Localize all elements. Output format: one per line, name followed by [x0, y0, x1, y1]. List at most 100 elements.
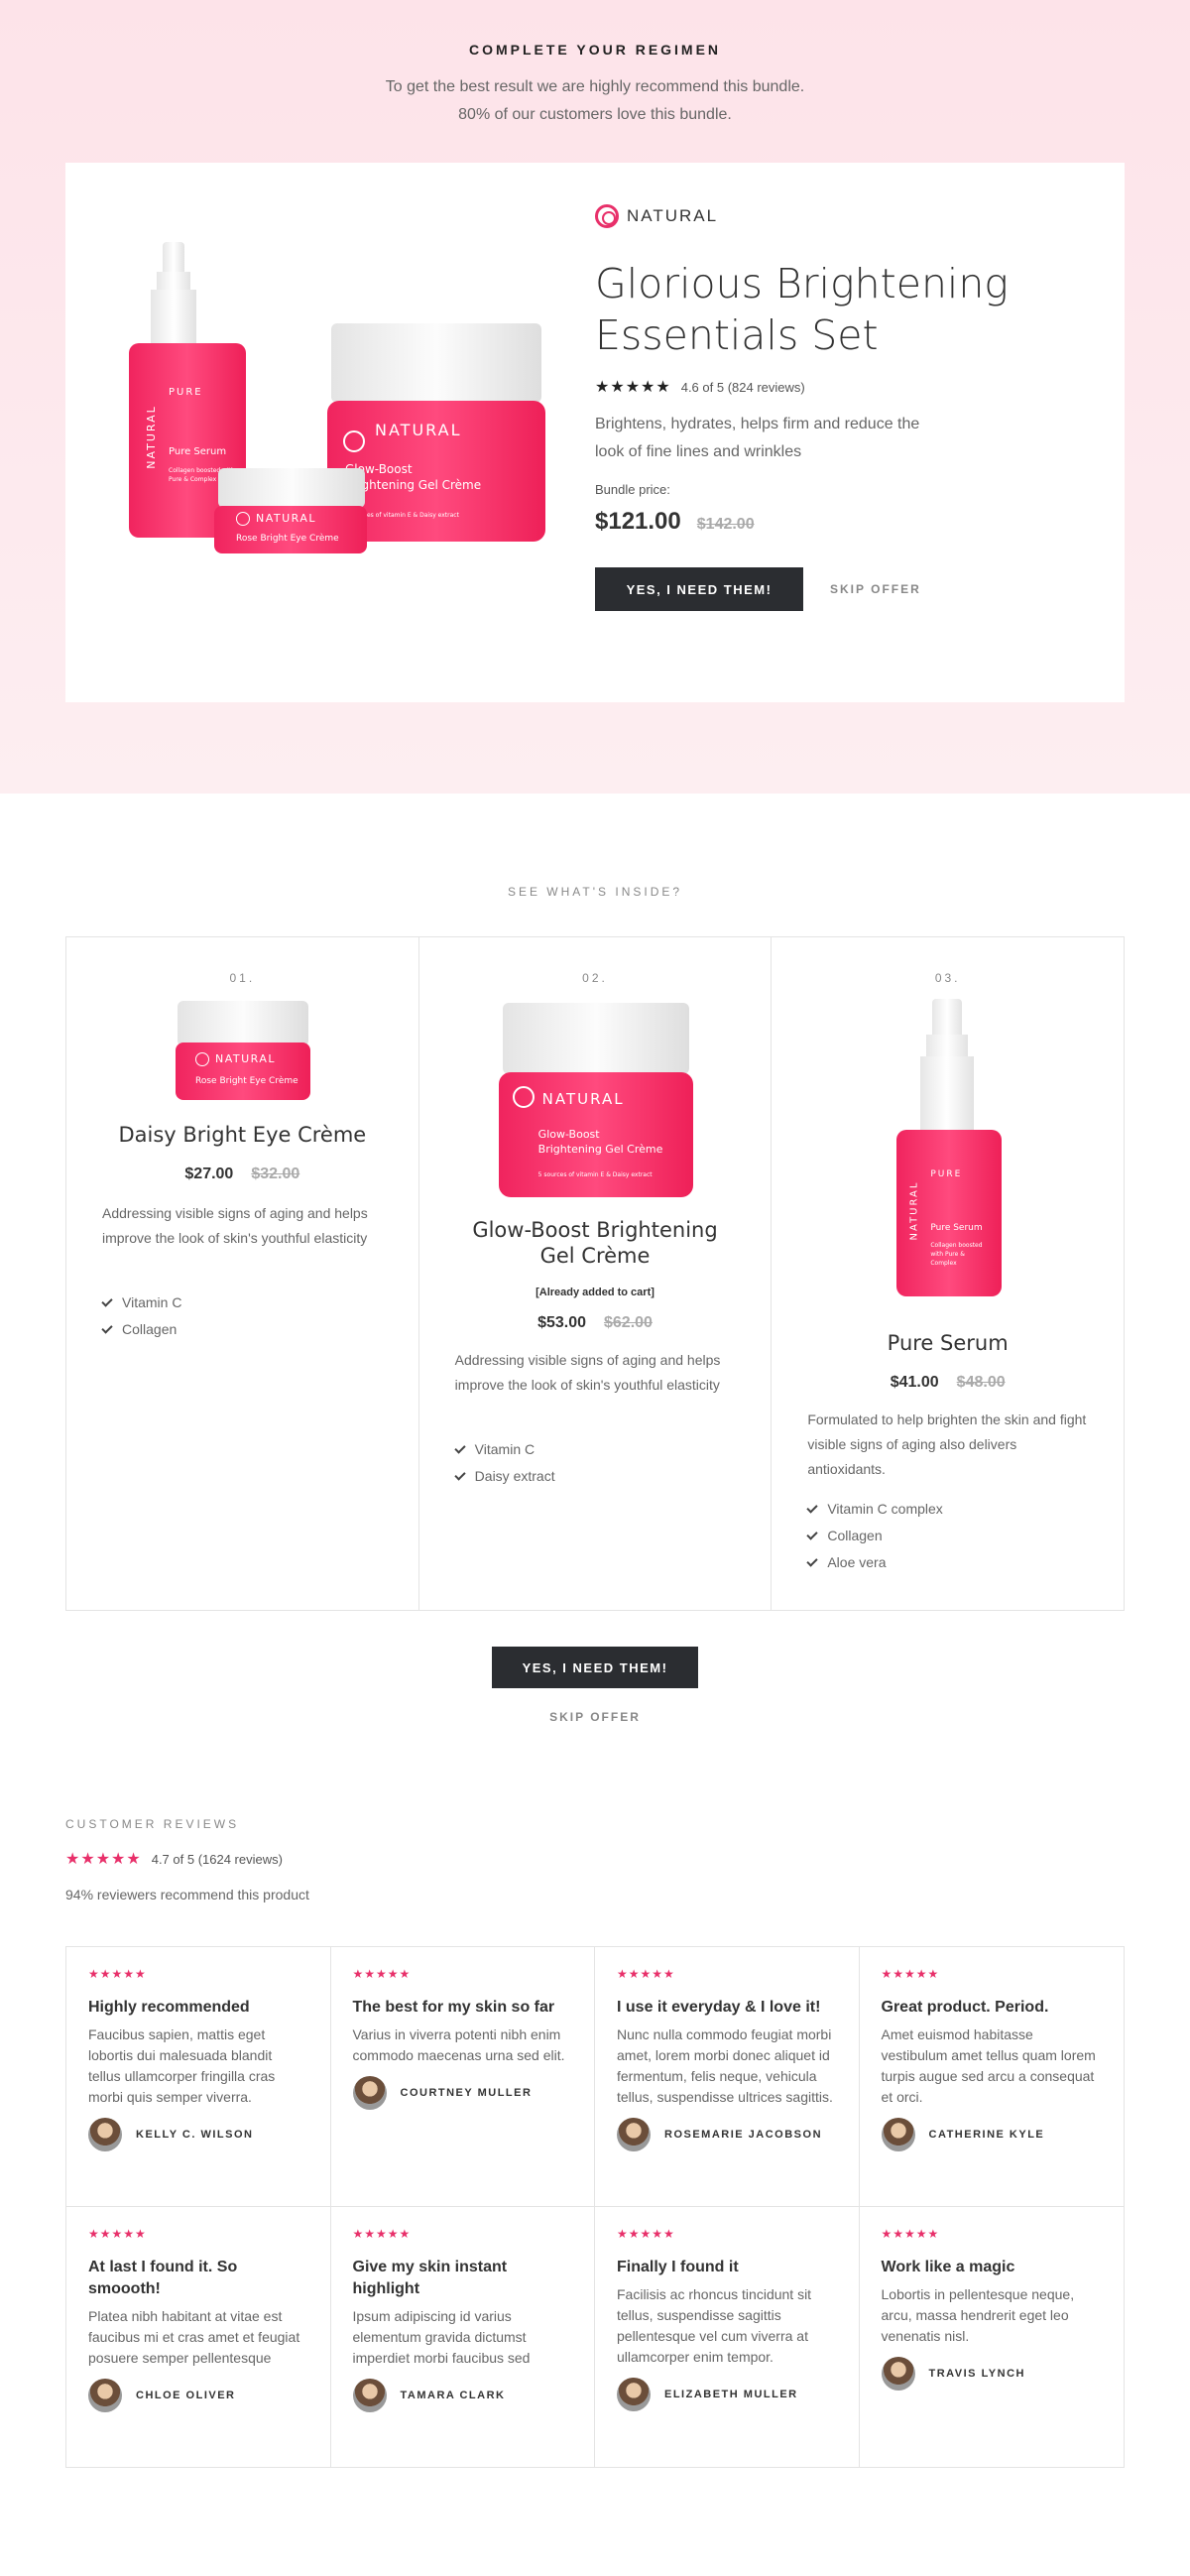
eye-creme-jar: NATURAL Rose Bright Eye Crème — [214, 506, 367, 553]
product-name: Pure Serum — [887, 1331, 1009, 1355]
rating-text: 4.6 of 5 (824 reviews) — [680, 379, 805, 395]
review-author: TAMARA CLARK — [352, 2379, 573, 2412]
old-price: $142.00 — [696, 516, 755, 533]
avatar — [881, 2118, 915, 2151]
author-name: CATHERINE KYLE — [928, 2129, 1045, 2141]
product-number: 03. — [934, 971, 961, 985]
avatar — [352, 2076, 387, 2110]
bundle-price-label: Bundle price: — [595, 482, 670, 497]
feature-item: Aloe vera — [806, 1554, 887, 1570]
current-price: $27.00 — [184, 1165, 234, 1182]
products-grid: 01. NATURAL Rose Bright Eye Crème Daisy … — [65, 936, 1125, 1611]
review-text: Varius in viverra potenti nibh enim comm… — [352, 2026, 565, 2063]
regimen-subtitle-2: 80% of our customers love this bundle. — [458, 106, 732, 123]
product-description: Addressing visible signs of aging and he… — [454, 1352, 721, 1393]
product-name-line1: Glow-Boost Brightening — [472, 1218, 718, 1242]
product-card-gel-creme: 02. NATURAL Glow-Boost Brightening Gel C… — [419, 937, 773, 1610]
author-name: KELLY C. WILSON — [136, 2129, 254, 2141]
old-price: $32.00 — [251, 1165, 300, 1182]
product-name-line2: Gel Crème — [539, 1244, 651, 1268]
regimen-eyebrow: COMPLETE YOUR REGIMEN — [468, 42, 722, 58]
regimen-subtitle-1: To get the best result we are highly rec… — [385, 78, 805, 95]
star-rating-icon: ★★★★★ — [65, 1851, 142, 1868]
author-name: ELIZABETH MULLER — [664, 2389, 798, 2400]
star-rating-icon: ★★★★★ — [881, 1967, 940, 1981]
check-icon — [101, 1294, 113, 1307]
review-author: ROSEMARIE JACOBSON — [617, 2118, 837, 2151]
avatar — [88, 2118, 122, 2151]
feature-item: Vitamin C complex — [806, 1501, 943, 1517]
product-description: Formulated to help brighten the skin and… — [807, 1411, 1087, 1477]
star-rating-icon: ★★★★★ — [881, 2227, 940, 2241]
star-rating-icon: ★★★★★ — [352, 2227, 412, 2241]
review-title: At last I found it. So smoooth! — [88, 2259, 238, 2297]
skip-offer-link[interactable]: SKIP OFFER — [830, 582, 921, 596]
check-icon — [806, 1528, 819, 1540]
review-author: TRAVIS LYNCH — [881, 2357, 1103, 2391]
accept-offer-button-bottom[interactable]: YES, I NEED THEM! — [492, 1647, 698, 1688]
eye-creme-image: NATURAL Rose Bright Eye Crème — [176, 1001, 310, 1104]
review-text: Platea nibh habitant at vitae est faucib… — [88, 2308, 300, 2366]
review-title: Highly recommended — [88, 1999, 250, 2016]
review-author: CHLOE OLIVER — [88, 2379, 308, 2412]
review-title: Work like a magic — [881, 2259, 1015, 2275]
author-name: CHLOE OLIVER — [136, 2390, 236, 2401]
bundle-price: $121.00 $142.00 — [595, 508, 755, 536]
current-price: $53.00 — [537, 1314, 586, 1331]
review-card: ★★★★★ I use it everyday & I love it! Nun… — [595, 1947, 860, 2207]
star-rating-icon: ★★★★★ — [617, 1967, 675, 1981]
bundle-card: PURE NATURAL Pure Serum Collagen boosted… — [65, 163, 1125, 702]
review-text: Facilisis ac rhoncus tincidunt sit tellu… — [617, 2286, 812, 2365]
review-card: ★★★★★ Work like a magic Lobortis in pell… — [860, 2207, 1125, 2467]
avatar — [617, 2118, 651, 2151]
gel-creme-image: NATURAL Glow-Boost Brightening Gel Crème… — [498, 1003, 693, 1197]
review-text: Nunc nulla commodo feugiat morbi amet, l… — [617, 2026, 833, 2105]
review-text: Ipsum adipiscing id varius elementum gra… — [352, 2308, 531, 2366]
reviews-summary: ★★★★★ 4.7 of 5 (1624 reviews) — [65, 1849, 283, 1869]
author-name: TAMARA CLARK — [400, 2390, 506, 2401]
old-price: $62.00 — [604, 1314, 653, 1331]
product-card-eye-creme: 01. NATURAL Rose Bright Eye Crème Daisy … — [66, 937, 419, 1610]
review-title: Give my skin instant highlight — [352, 2259, 508, 2297]
star-rating-icon: ★★★★★ — [352, 1967, 412, 1981]
bundle-product-image: PURE NATURAL Pure Serum Collagen boosted… — [115, 232, 551, 559]
review-text: Lobortis in pellentesque neque, arcu, ma… — [881, 2286, 1075, 2344]
check-icon — [806, 1501, 819, 1514]
rating-text: 4.7 of 5 (1624 reviews) — [151, 1851, 283, 1867]
hero-section: COMPLETE YOUR REGIMEN To get the best re… — [0, 0, 1190, 794]
check-icon — [454, 1468, 466, 1481]
review-title: Finally I found it — [617, 2259, 739, 2275]
recommend-percentage: 94% reviewers recommend this product — [65, 1887, 309, 1902]
check-icon — [454, 1441, 466, 1454]
product-price: $53.00 $62.00 — [419, 1314, 772, 1332]
star-rating-icon: ★★★★★ — [88, 2227, 147, 2241]
avatar — [881, 2357, 915, 2391]
star-rating-icon: ★★★★★ — [595, 379, 671, 396]
avatar — [88, 2379, 122, 2412]
skip-offer-link-bottom[interactable]: SKIP OFFER — [0, 1710, 1190, 1724]
product-description-1: Brightens, hydrates, helps firm and redu… — [595, 416, 920, 432]
product-rating: ★★★★★ 4.6 of 5 (824 reviews) — [595, 377, 805, 397]
check-icon — [806, 1554, 819, 1567]
product-name: Daisy Bright Eye Crème — [118, 1123, 367, 1147]
accept-offer-button[interactable]: YES, I NEED THEM! — [595, 567, 803, 611]
star-rating-icon: ★★★★★ — [88, 1967, 147, 1981]
review-author: COURTNEY MULLER — [352, 2076, 573, 2110]
avatar — [352, 2379, 387, 2412]
feature-item: Collagen — [806, 1528, 883, 1543]
reviews-heading: CUSTOMER REVIEWS — [65, 1817, 240, 1831]
old-price: $48.00 — [956, 1374, 1006, 1391]
feature-item: Daisy extract — [454, 1468, 555, 1484]
author-name: ROSEMARIE JACOBSON — [664, 2129, 823, 2141]
review-title: Great product. Period. — [881, 1999, 1049, 2016]
flower-logo-icon — [595, 204, 619, 228]
star-rating-icon: ★★★★★ — [617, 2227, 675, 2241]
review-card: ★★★★★ Give my skin instant highlight Ips… — [331, 2207, 595, 2467]
review-card: ★★★★★ The best for my skin so far Varius… — [330, 1947, 595, 2207]
reviews-grid: ★★★★★ Highly recommended Faucibus sapien… — [65, 1946, 1125, 2468]
product-description: Addressing visible signs of aging and he… — [102, 1205, 368, 1246]
review-author: ELIZABETH MULLER — [617, 2378, 837, 2411]
review-card: ★★★★★ Great product. Period. Amet euismo… — [859, 1947, 1124, 2207]
review-title: The best for my skin so far — [352, 1999, 555, 2016]
avatar — [617, 2378, 651, 2411]
